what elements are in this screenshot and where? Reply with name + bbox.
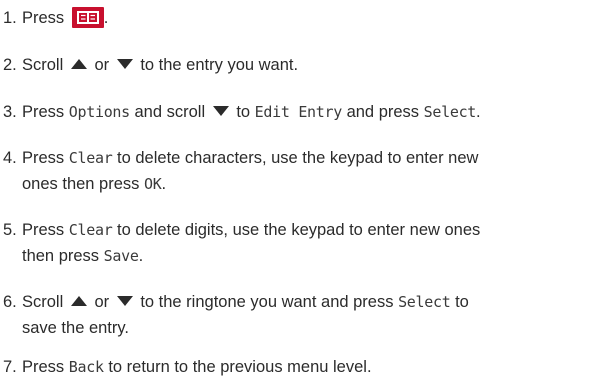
- down-arrow-icon: [116, 59, 133, 69]
- step-number: 1.: [3, 9, 17, 27]
- down-arrow-icon: [212, 106, 229, 116]
- step-3: 3. Press Options and scroll to Edit Entr…: [0, 99, 600, 125]
- step-text: Press .: [22, 7, 109, 28]
- down-arrow-icon: [116, 296, 133, 306]
- step-number: 7.: [3, 358, 17, 376]
- step-text: Press Back to return to the previous men…: [22, 358, 372, 376]
- display-text: Clear: [68, 221, 113, 239]
- display-text: Options: [68, 103, 130, 121]
- display-text: Select: [423, 103, 477, 121]
- step-text: Press Clear to delete digits, use the ke…: [22, 221, 481, 265]
- step-6: 6. Scroll or to the ringtone you want an…: [0, 289, 600, 341]
- display-text: Save: [103, 247, 139, 265]
- step-1: 1. Press .: [0, 5, 600, 31]
- step-4: 4. Press Clear to delete characters, use…: [0, 145, 600, 197]
- up-arrow-icon: [70, 296, 87, 306]
- step-2: 2. Scroll or to the entry you want.: [0, 52, 600, 78]
- step-number: 3.: [3, 103, 17, 121]
- up-arrow-icon: [70, 59, 87, 69]
- phonebook-key-icon: [71, 7, 104, 28]
- display-text: OK: [144, 175, 162, 193]
- display-text: Clear: [68, 149, 113, 167]
- step-7: 7. Press Back to return to the previous …: [0, 354, 600, 380]
- step-5: 5. Press Clear to delete digits, use the…: [0, 217, 600, 269]
- step-text: Press Clear to delete characters, use th…: [22, 149, 479, 193]
- display-text: Edit Entry: [254, 103, 343, 121]
- display-text: Select: [398, 293, 451, 311]
- step-text: Scroll or to the entry you want.: [22, 56, 299, 74]
- step-text: Press Options and scroll to Edit Entry a…: [22, 103, 481, 121]
- step-number: 6.: [3, 293, 17, 311]
- step-text: Scroll or to the ringtone you want and p…: [22, 293, 469, 337]
- step-number: 2.: [3, 56, 17, 74]
- display-text: Back: [68, 358, 104, 376]
- step-number: 5.: [3, 221, 17, 239]
- step-number: 4.: [3, 149, 17, 167]
